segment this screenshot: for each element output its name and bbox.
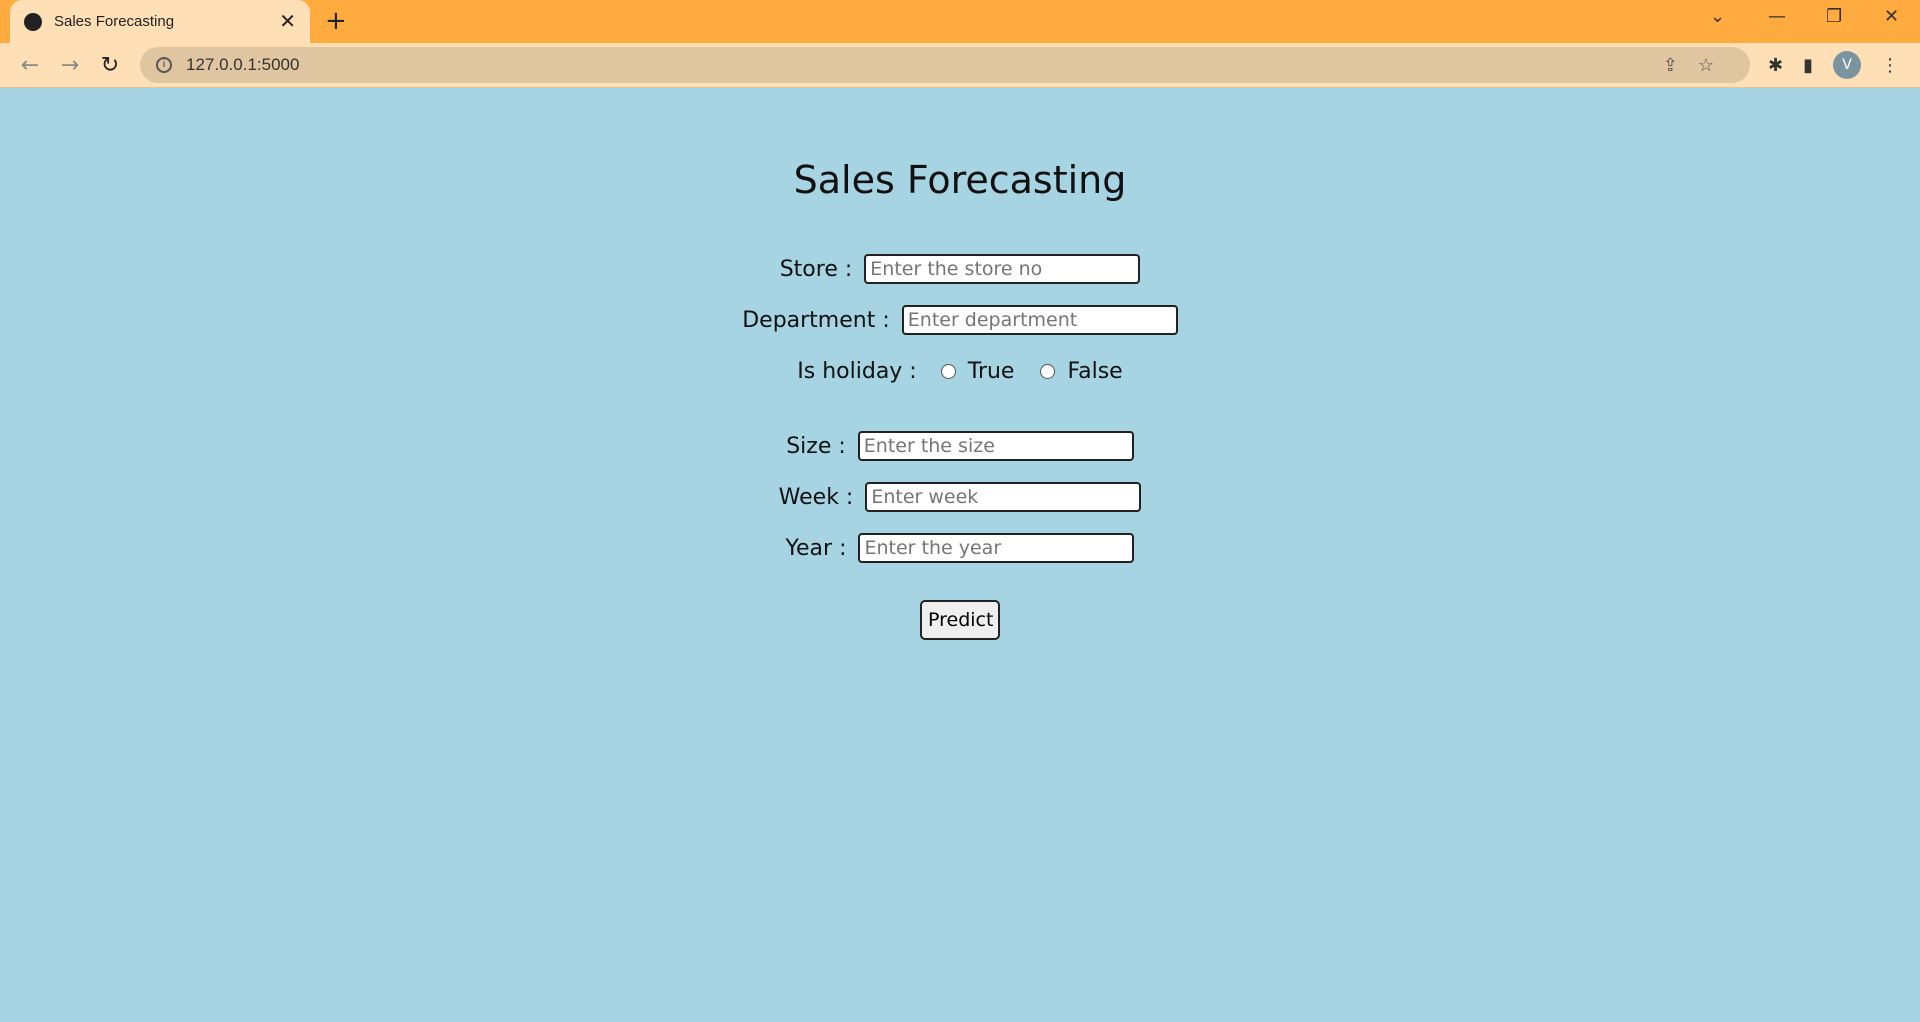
- size-input[interactable]: [857, 431, 1134, 461]
- share-icon[interactable]: ⇪: [1663, 55, 1698, 75]
- minimize-button[interactable]: —: [1768, 6, 1786, 27]
- reload-icon[interactable]: ↻: [90, 53, 130, 78]
- size-row: Size :: [0, 431, 1920, 461]
- menu-icon[interactable]: ⋮: [1881, 55, 1899, 76]
- close-tab-icon[interactable]: ✕: [279, 9, 296, 34]
- department-row: Department :: [0, 305, 1920, 335]
- holiday-row: Is holiday : True False: [0, 356, 1920, 386]
- holiday-false-radio[interactable]: [1040, 363, 1056, 379]
- url-text: 127.0.0.1:5000: [186, 55, 300, 74]
- info-icon[interactable]: i: [156, 57, 172, 73]
- size-label: Size :: [786, 433, 846, 459]
- holiday-label: Is holiday :: [797, 358, 917, 384]
- year-input[interactable]: [858, 533, 1135, 563]
- page-content: Sales Forecasting Store : Department : I…: [0, 158, 1920, 640]
- back-icon[interactable]: ←: [10, 53, 50, 78]
- tab-search-icon[interactable]: ⌄: [1710, 6, 1725, 27]
- holiday-false-label: False: [1067, 358, 1123, 384]
- profile-avatar[interactable]: V: [1833, 51, 1861, 79]
- bookmark-star-icon[interactable]: ☆: [1698, 55, 1734, 75]
- browser-tab[interactable]: Sales Forecasting ✕: [10, 0, 310, 43]
- week-row: Week :: [0, 482, 1920, 512]
- department-label: Department :: [742, 307, 890, 333]
- predict-button[interactable]: Predict: [920, 600, 1000, 640]
- new-tab-button[interactable]: +: [325, 6, 347, 36]
- page-title: Sales Forecasting: [793, 158, 1127, 202]
- department-input[interactable]: [901, 305, 1178, 335]
- tab-title: Sales Forecasting: [54, 13, 175, 30]
- year-label: Year :: [785, 535, 847, 561]
- store-label: Store :: [779, 256, 853, 282]
- side-panel-icon[interactable]: ▮: [1803, 55, 1813, 76]
- browser-toolbar: ← → ↻ i 127.0.0.1:5000 ⇪☆ ✱ ▮ V ⋮: [0, 43, 1920, 88]
- globe-icon: [24, 12, 42, 31]
- year-row: Year :: [0, 533, 1920, 563]
- tab-bar: Sales Forecasting ✕ + ⌄ — ❐ ✕: [0, 0, 1920, 43]
- week-label: Week :: [778, 484, 854, 510]
- close-window-button[interactable]: ✕: [1884, 6, 1899, 27]
- forward-icon[interactable]: →: [50, 53, 90, 78]
- holiday-true-radio[interactable]: [940, 363, 956, 379]
- store-input[interactable]: [864, 254, 1141, 284]
- week-input[interactable]: [865, 482, 1142, 512]
- holiday-true-label: True: [967, 358, 1015, 384]
- extensions-icon[interactable]: ✱: [1768, 55, 1783, 76]
- address-bar[interactable]: i 127.0.0.1:5000 ⇪☆: [140, 47, 1750, 83]
- restore-button[interactable]: ❐: [1826, 6, 1842, 27]
- store-row: Store :: [0, 254, 1920, 284]
